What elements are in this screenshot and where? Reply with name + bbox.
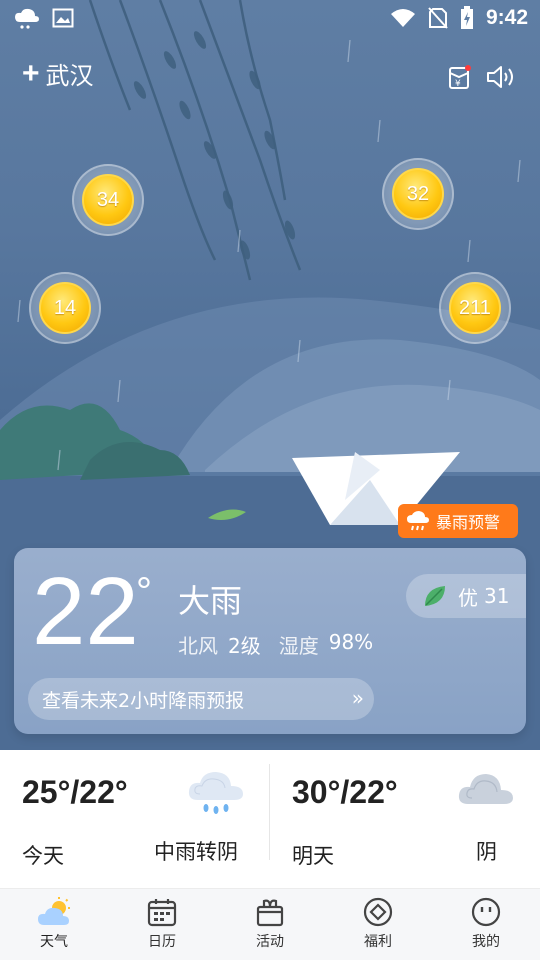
air-quality-badge[interactable]: 优 31	[406, 574, 526, 618]
add-city-icon[interactable]: +	[22, 58, 40, 89]
day-condition: 阴	[476, 840, 497, 864]
degree-symbol: °	[136, 570, 152, 614]
day-condition: 中雨转阴	[154, 840, 238, 864]
wind-direction: 北风	[178, 634, 218, 658]
nav-weather[interactable]: 天气	[0, 889, 108, 960]
smiley-icon	[471, 897, 501, 927]
aqi-value: 31	[484, 584, 510, 608]
coin-bubble[interactable]: 14	[29, 272, 101, 344]
nav-label: 我的	[472, 934, 500, 950]
nav-mine[interactable]: 我的	[432, 889, 540, 960]
weather-icon	[38, 897, 70, 925]
coin-value: 14	[39, 282, 91, 334]
bottom-nav: 天气 日历 活动 福利 我的	[0, 888, 540, 960]
nav-label: 日历	[148, 934, 176, 950]
rain-forecast-label: 查看未来2小时降雨预报	[42, 689, 245, 712]
current-temperature: 22	[32, 558, 139, 665]
nav-label: 天气	[40, 934, 68, 950]
wifi-icon	[390, 9, 415, 27]
humidity-value: 98%	[328, 630, 374, 654]
alert-label: 暴雨预警	[436, 513, 501, 532]
city-selector[interactable]: + 武汉	[22, 56, 94, 91]
rain-forecast-button[interactable]: 查看未来2小时降雨预报 »	[28, 678, 374, 720]
status-bar: 9:42	[0, 0, 540, 38]
daily-forecast: 25°/22° 今天 中雨转阴 30°/22° 明天 阴	[0, 750, 540, 888]
current-weather-card[interactable]: 22 ° 大雨 北风 2级 湿度 98% 优 31 查看未来2小时降雨预报 »	[14, 548, 526, 734]
day-label: 今天	[22, 844, 64, 868]
coin-bubble[interactable]: 34	[72, 164, 144, 236]
storm-cloud-icon	[407, 511, 429, 531]
cloud-rain-icon	[15, 8, 39, 29]
forecast-today[interactable]: 25°/22° 今天 中雨转阴	[0, 750, 269, 888]
day-label: 明天	[292, 844, 334, 868]
clock: 9:42	[485, 6, 528, 29]
nav-label: 活动	[256, 934, 284, 950]
no-sim-icon	[428, 7, 448, 29]
double-chevron-icon: »	[351, 686, 364, 710]
forecast-tomorrow[interactable]: 30°/22° 明天 阴	[270, 750, 540, 888]
header-actions: ¥	[448, 64, 518, 90]
gift-icon	[256, 899, 284, 927]
coin-value: 211	[449, 282, 501, 334]
weather-condition: 大雨	[178, 582, 243, 620]
nav-calendar[interactable]: 日历	[108, 889, 216, 960]
cloud-rain-icon	[188, 772, 243, 814]
battery-icon	[460, 6, 473, 29]
nav-activity[interactable]: 活动	[216, 889, 324, 960]
city-name[interactable]: 武汉	[46, 56, 94, 91]
wind-humidity-row: 北风 2级 湿度 98%	[178, 630, 373, 659]
coin-value: 34	[82, 174, 134, 226]
image-icon	[52, 8, 74, 28]
nav-welfare[interactable]: 福利	[324, 889, 432, 960]
humidity-label: 湿度	[278, 634, 319, 658]
wind-level: 2级	[228, 634, 261, 658]
calendar-icon	[147, 899, 177, 927]
coin-value: 32	[392, 168, 444, 220]
temp-range: 30°/22°	[292, 774, 398, 810]
svg-text:¥: ¥	[455, 79, 461, 89]
aqi-label: 优	[458, 585, 478, 610]
storm-alert-button[interactable]: 暴雨预警	[398, 504, 518, 538]
speaker-icon[interactable]	[486, 64, 518, 90]
coin-bubble[interactable]: 32	[382, 158, 454, 230]
temp-range: 25°/22°	[22, 774, 128, 810]
leaf-icon	[425, 586, 445, 606]
coin-bubble[interactable]: 211	[439, 272, 511, 344]
diamond-icon	[363, 897, 393, 927]
cloud-icon	[458, 774, 513, 804]
nav-label: 福利	[364, 934, 392, 950]
red-packet-icon[interactable]: ¥	[448, 64, 472, 90]
